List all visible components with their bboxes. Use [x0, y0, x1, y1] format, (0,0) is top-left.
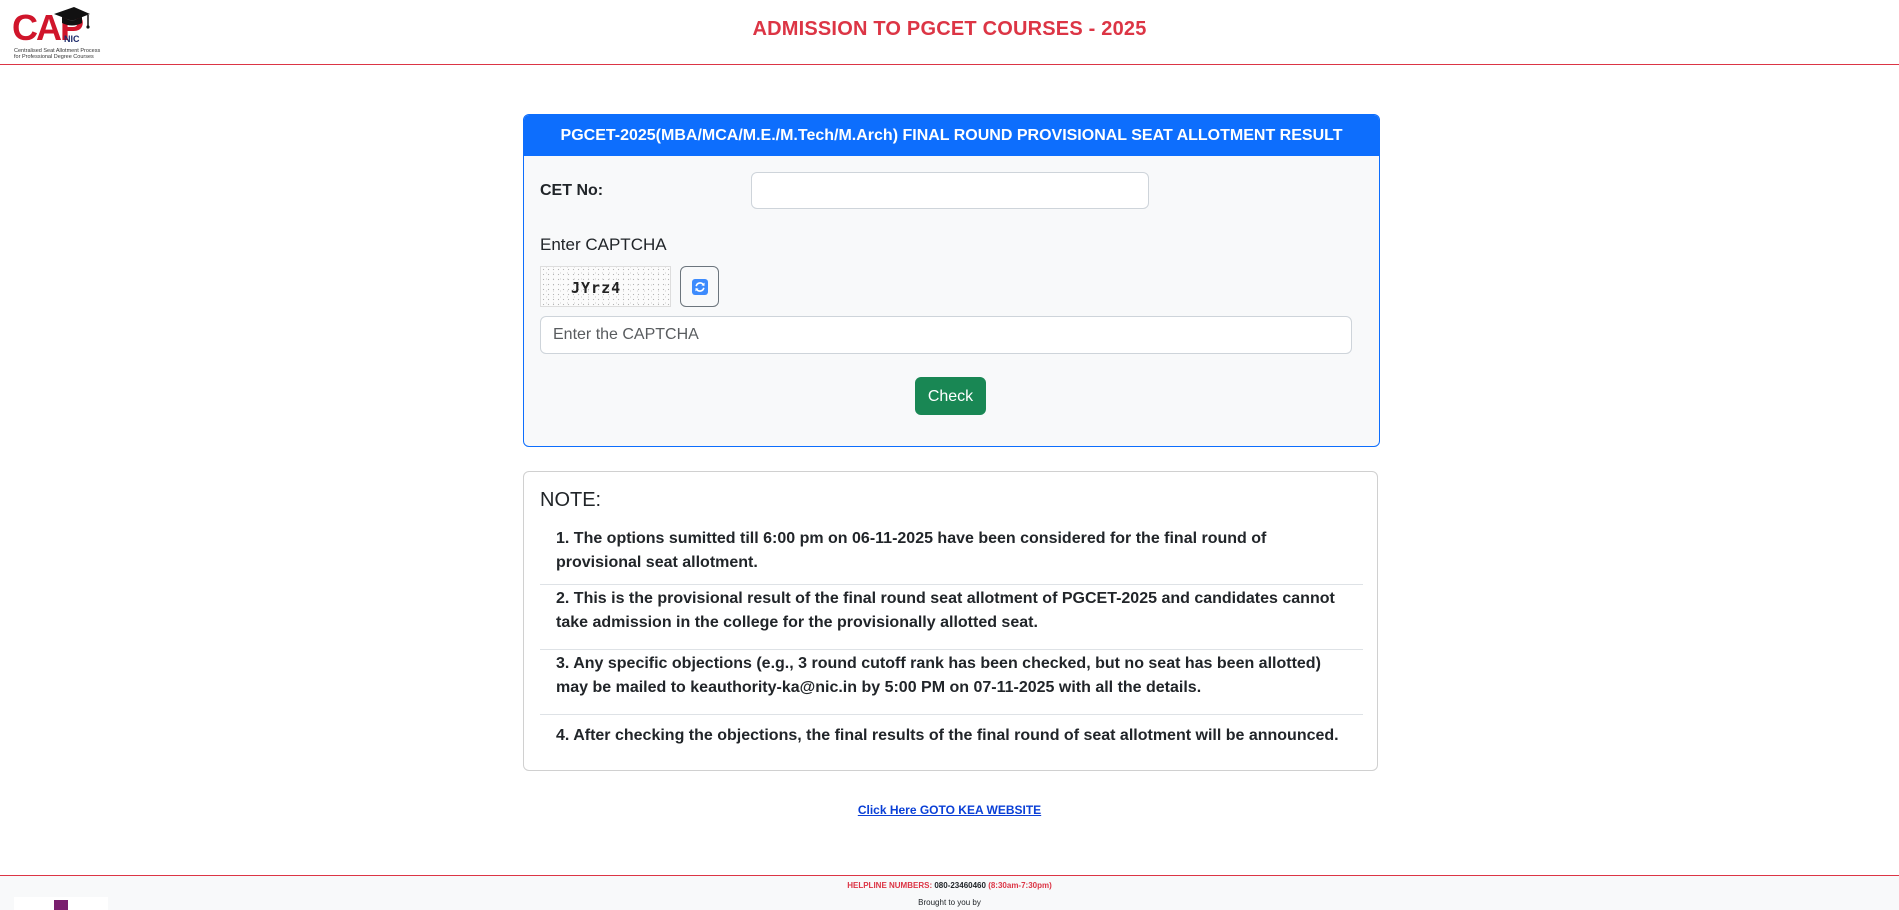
- kea-website-link[interactable]: Click Here GOTO KEA WEBSITE: [0, 803, 1899, 817]
- captcha-input[interactable]: [540, 316, 1352, 354]
- check-button[interactable]: Check: [915, 377, 986, 415]
- list-item: 1. The options sumitted till 6:00 pm on …: [556, 530, 1267, 571]
- captcha-label: Enter CAPTCHA: [540, 235, 667, 254]
- page-header: CAP NIC Centralised Seat Allotment Proce…: [0, 0, 1899, 65]
- helpline-number: 080-23460460: [934, 881, 986, 890]
- list-item: 3. Any specific objections (e.g., 3 roun…: [540, 649, 1363, 714]
- refresh-captcha-button[interactable]: [680, 266, 719, 307]
- list-item: 2. This is the provisional result of the…: [540, 584, 1363, 649]
- list-item: 4. After checking the objections, the fi…: [540, 714, 1363, 754]
- helpline-text: HELPLINE NUMBERS: 080-23460460 (8:30am-7…: [0, 881, 1899, 890]
- helpline-label: HELPLINE NUMBERS:: [847, 881, 933, 890]
- page-title: ADMISSION TO PGCET COURSES - 2025: [752, 18, 1147, 40]
- result-form-card: PGCET-2025(MBA/MCA/M.E./M.Tech/M.Arch) F…: [523, 114, 1380, 447]
- cet-no-label: CET No:: [540, 182, 604, 199]
- note-title: NOTE:: [540, 489, 602, 511]
- brought-by-text: Brought to you by: [918, 898, 981, 907]
- note-card: NOTE: 1. The options sumitted till 6:00 …: [523, 471, 1378, 771]
- logo-tagline: for Professional Degree Courses: [14, 54, 94, 60]
- page-footer: HELPLINE NUMBERS: 080-23460460 (8:30am-7…: [0, 875, 1899, 910]
- footer-logo: [14, 897, 108, 910]
- cet-no-input[interactable]: [751, 172, 1149, 209]
- helpline-hours: (8:30am-7:30pm): [988, 881, 1052, 890]
- captcha-code: JYrz4: [571, 279, 622, 297]
- note-list: 1. The options sumitted till 6:00 pm on …: [540, 527, 1363, 754]
- captcha-image: JYrz4: [540, 266, 671, 307]
- refresh-icon: [692, 279, 708, 295]
- form-heading: PGCET-2025(MBA/MCA/M.E./M.Tech/M.Arch) F…: [524, 115, 1379, 156]
